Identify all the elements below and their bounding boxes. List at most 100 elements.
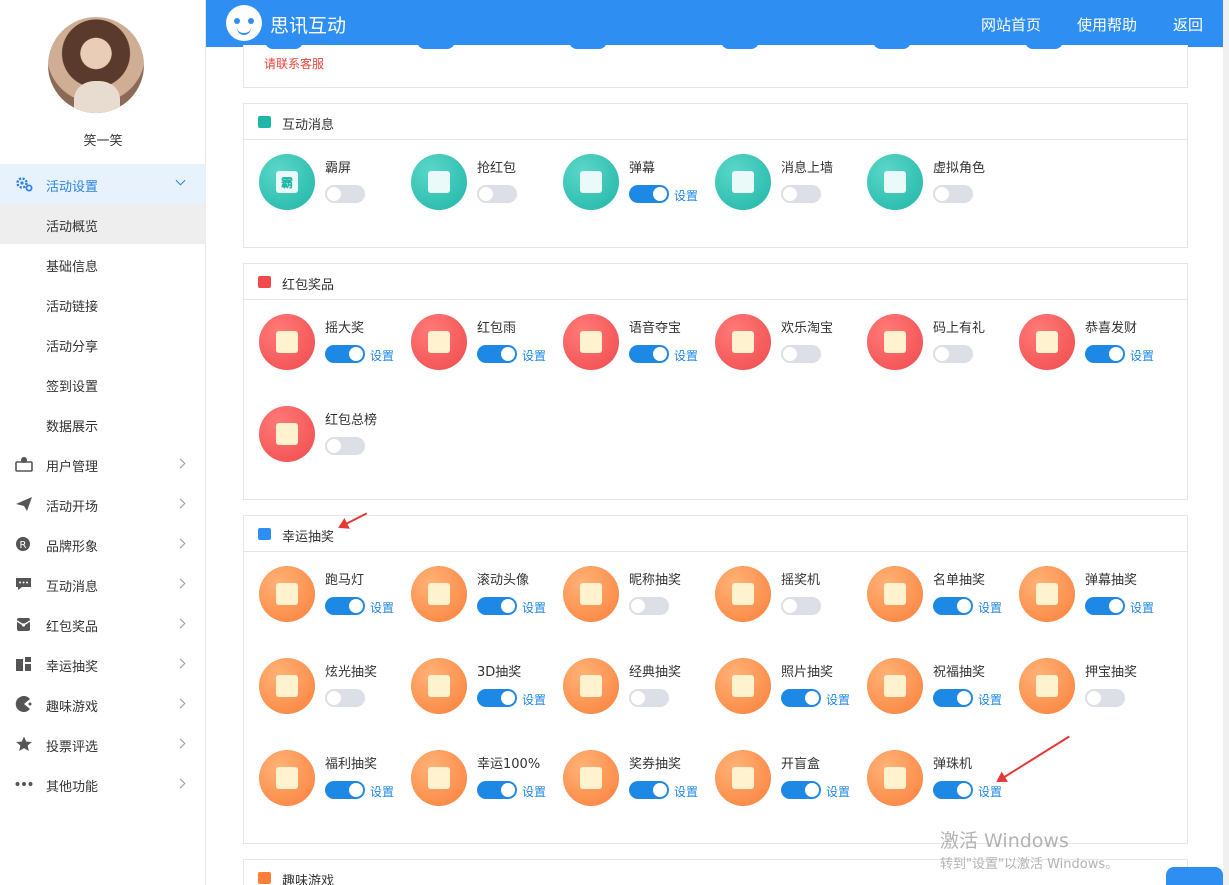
feature-icon[interactable] (715, 750, 771, 806)
feature-icon[interactable] (563, 750, 619, 806)
feature-toggle[interactable] (477, 689, 517, 707)
feature-icon[interactable] (259, 566, 315, 622)
feature-toggle[interactable] (325, 345, 365, 363)
feature-settings-link[interactable]: 设置 (370, 599, 394, 616)
feature-toggle[interactable] (1085, 597, 1125, 615)
feature-icon[interactable] (867, 658, 923, 714)
avatar[interactable] (48, 17, 144, 113)
feature-toggle[interactable] (933, 689, 973, 707)
feature-icon[interactable] (1019, 658, 1075, 714)
feature-icon[interactable] (563, 658, 619, 714)
sidebar-subitem-3[interactable]: 活动链接 (0, 284, 206, 324)
feature-icon[interactable] (259, 406, 315, 462)
floating-help-button[interactable] (1166, 867, 1223, 885)
feature-icon[interactable] (411, 658, 467, 714)
feature-toggle[interactable] (477, 185, 517, 203)
feature-settings-link[interactable]: 设置 (826, 691, 850, 708)
feature-icon[interactable] (259, 750, 315, 806)
sidebar-item-3[interactable]: 活动开场 (0, 484, 206, 524)
feature-icon[interactable] (715, 658, 771, 714)
feature-toggle[interactable] (325, 597, 365, 615)
feature-icon[interactable] (1019, 314, 1075, 370)
feature-settings-link[interactable]: 设置 (522, 599, 546, 616)
nav-help-link[interactable]: 使用帮助 (1077, 14, 1137, 35)
sidebar-item-7[interactable]: 幸运抽奖 (0, 644, 206, 684)
feature-toggle[interactable] (933, 781, 973, 799)
feature-icon[interactable] (411, 566, 467, 622)
feature-icon[interactable] (259, 314, 315, 370)
feature-icon[interactable] (867, 154, 923, 210)
feature-icon[interactable]: 霸 (259, 154, 315, 210)
feature-toggle[interactable] (1085, 689, 1125, 707)
feature-toggle[interactable] (629, 781, 669, 799)
feature-settings-link[interactable]: 设置 (978, 691, 1002, 708)
feature-toggle[interactable] (325, 781, 365, 799)
feature-toggle[interactable] (781, 185, 821, 203)
feature-toggle[interactable] (933, 597, 973, 615)
feature-settings-link[interactable]: 设置 (674, 347, 698, 364)
sidebar-subitem-2[interactable]: 基础信息 (0, 244, 206, 284)
sidebar-item-10[interactable]: 其他功能 (0, 764, 206, 804)
feature-toggle[interactable] (477, 781, 517, 799)
feature-settings-link[interactable]: 设置 (674, 187, 698, 204)
feature-icon[interactable] (867, 566, 923, 622)
sidebar-subitem-5[interactable]: 签到设置 (0, 364, 206, 404)
feature-toggle[interactable] (629, 185, 669, 203)
feature-toggle[interactable] (477, 597, 517, 615)
feature-settings-link[interactable]: 设置 (826, 783, 850, 800)
feature-icon[interactable] (715, 566, 771, 622)
feature-settings-link[interactable]: 设置 (1130, 599, 1154, 616)
feature-icon[interactable] (563, 154, 619, 210)
sidebar-item-2[interactable]: 用户管理 (0, 444, 206, 484)
feature-icon[interactable] (1019, 566, 1075, 622)
feature-toggle[interactable] (781, 345, 821, 363)
sidebar-subitem-1[interactable]: 活动概览 (0, 204, 206, 244)
feature-settings-link[interactable]: 设置 (522, 347, 546, 364)
feature-icon[interactable] (259, 658, 315, 714)
sidebar-subitem-4[interactable]: 活动分享 (0, 324, 206, 364)
feature-item: 名单抽奖 设置 (867, 566, 1017, 646)
feature-toggle[interactable] (325, 689, 365, 707)
feature-toggle[interactable] (933, 185, 973, 203)
feature-toggle[interactable] (781, 781, 821, 799)
feature-icon[interactable] (563, 314, 619, 370)
feature-icon[interactable] (411, 314, 467, 370)
feature-icon[interactable] (867, 314, 923, 370)
scrollbar[interactable] (1223, 0, 1229, 885)
feature-icon[interactable] (411, 750, 467, 806)
feature-settings-link[interactable]: 设置 (370, 783, 394, 800)
sidebar-item-9[interactable]: 投票评选 (0, 724, 206, 764)
feature-settings-link[interactable]: 设置 (1130, 347, 1154, 364)
feature-toggle[interactable] (477, 345, 517, 363)
feature-icon[interactable] (715, 154, 771, 210)
sidebar-item-8[interactable]: 趣味游戏 (0, 684, 206, 724)
feature-icon[interactable] (411, 154, 467, 210)
nav-back-link[interactable]: 返回 (1173, 14, 1203, 35)
feature-settings-link[interactable]: 设置 (522, 691, 546, 708)
feature-settings-link[interactable]: 设置 (674, 783, 698, 800)
sidebar-item-5[interactable]: 互动消息 (0, 564, 206, 604)
feature-toggle[interactable] (629, 597, 669, 615)
feature-toggle[interactable] (325, 437, 365, 455)
sidebar-item-6[interactable]: 红包奖品 (0, 604, 206, 644)
contact-service-text[interactable]: 请联系客服 (264, 55, 324, 72)
feature-icon[interactable] (715, 314, 771, 370)
feature-toggle[interactable] (325, 185, 365, 203)
feature-toggle[interactable] (781, 597, 821, 615)
feature-settings-link[interactable]: 设置 (522, 783, 546, 800)
feature-icon[interactable] (563, 566, 619, 622)
feature-icon[interactable] (867, 750, 923, 806)
feature-toggle[interactable] (933, 345, 973, 363)
nav-home-link[interactable]: 网站首页 (981, 14, 1041, 35)
feature-settings-link[interactable]: 设置 (370, 347, 394, 364)
feature-settings-link[interactable]: 设置 (978, 599, 1002, 616)
feature-toggle[interactable] (781, 689, 821, 707)
feature-item: 摇大奖 设置 (259, 314, 409, 394)
feature-toggle[interactable] (1085, 345, 1125, 363)
feature-toggle[interactable] (629, 689, 669, 707)
feature-toggle[interactable] (629, 345, 669, 363)
sidebar-item-4[interactable]: R 品牌形象 (0, 524, 206, 564)
sidebar-item-1[interactable]: 活动设置 (0, 164, 206, 204)
logo-icon[interactable] (226, 5, 262, 41)
sidebar-subitem-6[interactable]: 数据展示 (0, 404, 206, 444)
